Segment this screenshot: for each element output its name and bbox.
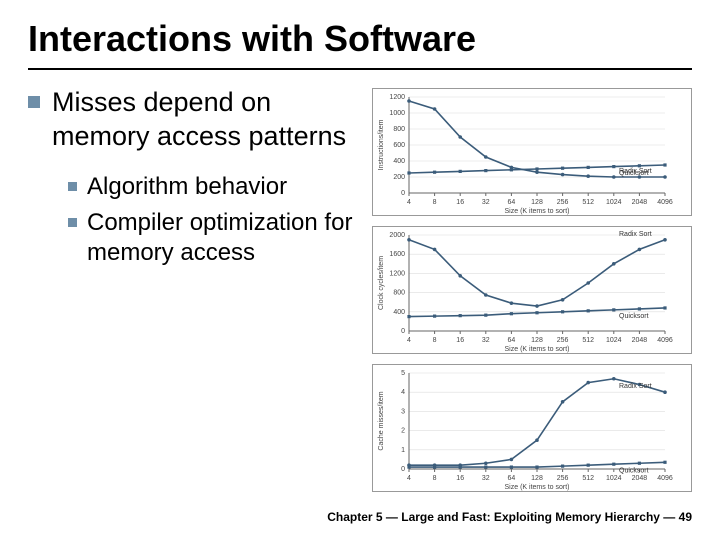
svg-text:1600: 1600	[389, 251, 405, 258]
svg-text:1024: 1024	[606, 199, 622, 206]
svg-text:Instructions/item: Instructions/item	[378, 119, 385, 170]
svg-text:8: 8	[433, 475, 437, 482]
svg-text:8: 8	[433, 337, 437, 344]
svg-text:4096: 4096	[657, 199, 673, 206]
svg-text:128: 128	[531, 199, 543, 206]
slide-title: Interactions with Software	[28, 18, 692, 60]
svg-text:2000: 2000	[389, 232, 405, 239]
svg-text:Size (K items to sort): Size (K items to sort)	[505, 208, 570, 215]
svg-text:512: 512	[582, 475, 594, 482]
square-bullet-icon	[28, 96, 40, 108]
chart-c: 0 1 2 3 4 5 4 8 16 32 64 128 256 512 1024 2048 4096 Size …	[372, 364, 692, 492]
svg-text:400: 400	[393, 158, 405, 165]
svg-text:512: 512	[582, 199, 594, 206]
svg-text:4096: 4096	[657, 475, 673, 482]
svg-text:3: 3	[401, 408, 405, 415]
svg-text:64: 64	[508, 337, 516, 344]
svg-text:2048: 2048	[632, 337, 648, 344]
svg-text:4: 4	[401, 389, 405, 396]
svg-text:16: 16	[456, 199, 464, 206]
svg-text:4: 4	[407, 475, 411, 482]
slide-footer: Chapter 5 — Large and Fast: Exploiting M…	[327, 510, 692, 524]
svg-text:4: 4	[407, 337, 411, 344]
svg-text:16: 16	[456, 337, 464, 344]
svg-text:5: 5	[401, 370, 405, 377]
bullet-main-text: Misses depend on memory access patterns	[52, 86, 358, 154]
svg-text:512: 512	[582, 337, 594, 344]
svg-text:1024: 1024	[606, 475, 622, 482]
bullet-sub2-text: Compiler optimization for memory access	[87, 208, 358, 268]
svg-text:Size (K items to sort): Size (K items to sort)	[505, 346, 570, 353]
svg-text:Quicksort: Quicksort	[619, 313, 649, 320]
svg-text:4096: 4096	[657, 337, 673, 344]
svg-text:800: 800	[393, 290, 405, 297]
svg-text:256: 256	[557, 475, 569, 482]
chart-column: 0200400600800100012004816326412825651210…	[372, 86, 692, 492]
svg-text:2: 2	[401, 428, 405, 435]
svg-text:Clock cycles/item: Clock cycles/item	[378, 256, 385, 310]
bullet-level1: Misses depend on memory access patterns	[28, 86, 358, 154]
svg-text:1000: 1000	[389, 110, 405, 117]
svg-text:Radix Sort: Radix Sort	[619, 383, 652, 390]
bullet-level2: Compiler optimization for memory access	[68, 208, 358, 268]
svg-text:600: 600	[393, 142, 405, 149]
svg-text:Cache misses/item: Cache misses/item	[378, 391, 385, 450]
bullet-level2: Algorithm behavior	[68, 172, 358, 202]
chart-a: 0 200 400 600 800 1000 1200 4 8 16 32 64 128 256 512 10…	[372, 88, 692, 216]
svg-text:200: 200	[393, 174, 405, 181]
svg-text:1200: 1200	[389, 270, 405, 277]
svg-text:32: 32	[482, 337, 490, 344]
svg-text:4: 4	[407, 199, 411, 206]
svg-text:128: 128	[531, 475, 543, 482]
square-bullet-icon	[68, 218, 77, 227]
svg-text:1024: 1024	[606, 337, 622, 344]
title-rule	[28, 68, 692, 70]
content-row: Misses depend on memory access patterns …	[28, 86, 692, 492]
svg-text:Radix Sort: Radix Sort	[619, 231, 652, 238]
svg-text:2048: 2048	[632, 199, 648, 206]
svg-text:Quicksort: Quicksort	[619, 467, 649, 474]
svg-text:800: 800	[393, 126, 405, 133]
svg-text:32: 32	[482, 199, 490, 206]
svg-text:0: 0	[401, 328, 405, 335]
slide: Interactions with Software Misses depend…	[0, 0, 720, 540]
bullet-sub1-text: Algorithm behavior	[87, 172, 287, 202]
svg-text:0: 0	[401, 466, 405, 473]
text-column: Misses depend on memory access patterns …	[28, 86, 358, 492]
svg-text:64: 64	[508, 475, 516, 482]
svg-text:2048: 2048	[632, 475, 648, 482]
svg-text:256: 256	[557, 199, 569, 206]
svg-text:Quicksort: Quicksort	[619, 170, 649, 177]
svg-text:1200: 1200	[389, 94, 405, 101]
svg-text:256: 256	[557, 337, 569, 344]
square-bullet-icon	[68, 182, 77, 191]
svg-text:32: 32	[482, 475, 490, 482]
svg-text:Size (K items to sort): Size (K items to sort)	[505, 484, 570, 491]
svg-text:1: 1	[401, 447, 405, 454]
svg-text:16: 16	[456, 475, 464, 482]
svg-text:400: 400	[393, 309, 405, 316]
svg-text:128: 128	[531, 337, 543, 344]
chart-b: 0 400 800 1200 1600 2000 4 8 16 32 64 128 256 512 1024…	[372, 226, 692, 354]
svg-text:64: 64	[508, 199, 516, 206]
svg-text:8: 8	[433, 199, 437, 206]
svg-text:0: 0	[401, 190, 405, 197]
